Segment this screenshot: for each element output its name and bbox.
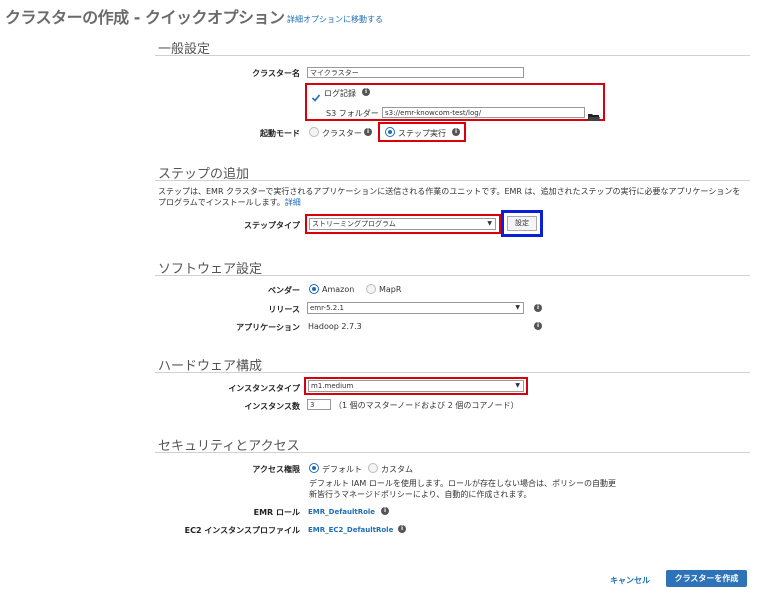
divider xyxy=(155,452,750,453)
emr-role-link[interactable]: EMR_DefaultRole xyxy=(308,508,375,516)
page-title: クラスターの作成 - クイックオプション xyxy=(5,8,285,27)
permissions-custom-radio[interactable] xyxy=(368,463,378,473)
cancel-link[interactable]: キャンセル xyxy=(610,575,650,586)
steps-description: ステップは、EMR クラスターで実行されるアプリケーションに送信される作業のユニ… xyxy=(158,186,748,208)
instance-count-note: （1 個のマスターノードおよび 2 個のコアノード） xyxy=(334,401,519,410)
ec2-profile-label: EC2 インスタンスプロファイル xyxy=(184,526,300,535)
emr-role-label: EMR ロール xyxy=(253,508,300,517)
step-type-value: ストリーミングプログラム xyxy=(312,220,396,228)
steps-detail-link[interactable]: 詳細 xyxy=(285,198,301,207)
steps-description-text: ステップは、EMR クラスターで実行されるアプリケーションに送信される作業のユニ… xyxy=(158,187,741,207)
info-icon[interactable]: i xyxy=(381,507,389,515)
applications-label: アプリケーション xyxy=(236,323,300,332)
cluster-name-input[interactable]: マイクラスター xyxy=(307,67,524,78)
instance-type-select[interactable]: m1.medium ▼ xyxy=(308,380,524,392)
dropdown-arrow-icon: ▼ xyxy=(487,220,492,227)
permissions-custom-label: カスタム xyxy=(381,465,413,474)
dropdown-arrow-icon: ▼ xyxy=(515,382,520,389)
launch-mode-step-label: ステップ実行 xyxy=(398,129,446,138)
launch-mode-cluster-radio[interactable] xyxy=(309,127,319,137)
logging-checkbox[interactable] xyxy=(311,88,321,102)
release-label: リリース xyxy=(268,305,300,314)
checkbox-checked-icon xyxy=(311,94,321,102)
vendor-amazon-label: Amazon xyxy=(322,285,355,294)
s3-folder-input[interactable]: s3://emr-knowcom-test/log/ xyxy=(382,107,585,118)
divider xyxy=(155,180,750,181)
info-icon[interactable]: i xyxy=(534,304,542,312)
vendor-mapr-radio[interactable] xyxy=(366,284,376,294)
launch-mode-label: 起動モード xyxy=(260,129,300,138)
dropdown-arrow-icon: ▼ xyxy=(515,304,520,311)
instance-type-value: m1.medium xyxy=(311,382,354,390)
logging-label: ログ記録 xyxy=(324,89,356,98)
permissions-default-label: デフォルト xyxy=(322,465,362,474)
permissions-note-line1: デフォルト IAM ロールを使用します。ロールが存在しない場合は、ポリシーの自動… xyxy=(309,479,617,488)
ec2-profile-link[interactable]: EMR_EC2_DefaultRole xyxy=(308,526,393,534)
instance-type-label: インスタンスタイプ xyxy=(228,384,300,393)
release-value: emr-5.2.1 xyxy=(310,304,344,312)
divider xyxy=(155,55,750,56)
cluster-name-label: クラスター名 xyxy=(252,69,300,78)
applications-value: Hadoop 2.7.3 xyxy=(308,322,362,331)
permissions-note-line2: 新皆行うマネージドポリシーにより、自動的に作成されます。 xyxy=(309,490,532,499)
launch-mode-step-radio[interactable] xyxy=(385,127,395,137)
permissions-label: アクセス権限 xyxy=(252,465,300,474)
vendor-mapr-label: MapR xyxy=(379,285,402,294)
folder-icon[interactable] xyxy=(588,107,600,121)
info-icon[interactable]: i xyxy=(534,322,542,330)
step-type-label: ステップタイプ xyxy=(244,221,300,230)
instance-count-label: インスタンス数 xyxy=(244,402,300,411)
release-select[interactable]: emr-5.2.1 ▼ xyxy=(307,302,524,314)
info-icon[interactable]: i xyxy=(364,128,372,136)
permissions-default-radio[interactable] xyxy=(309,463,319,473)
step-type-select[interactable]: ストリーミングプログラム ▼ xyxy=(309,218,496,230)
vendor-label: ベンダー xyxy=(268,286,300,295)
configure-button[interactable]: 設定 xyxy=(507,216,537,231)
info-icon[interactable]: i xyxy=(398,525,406,533)
divider xyxy=(155,372,750,373)
vendor-amazon-radio[interactable] xyxy=(309,284,319,294)
advanced-options-link[interactable]: 詳細オプションに移動する xyxy=(287,14,383,25)
info-icon[interactable]: i xyxy=(362,88,370,96)
create-cluster-button[interactable]: クラスターを作成 xyxy=(666,570,747,587)
divider xyxy=(155,275,750,276)
info-icon[interactable]: i xyxy=(452,128,460,136)
s3-folder-label: S3 フォルダー xyxy=(326,109,379,118)
launch-mode-cluster-label: クラスター xyxy=(322,129,362,138)
instance-count-input[interactable]: 3 xyxy=(307,399,331,410)
